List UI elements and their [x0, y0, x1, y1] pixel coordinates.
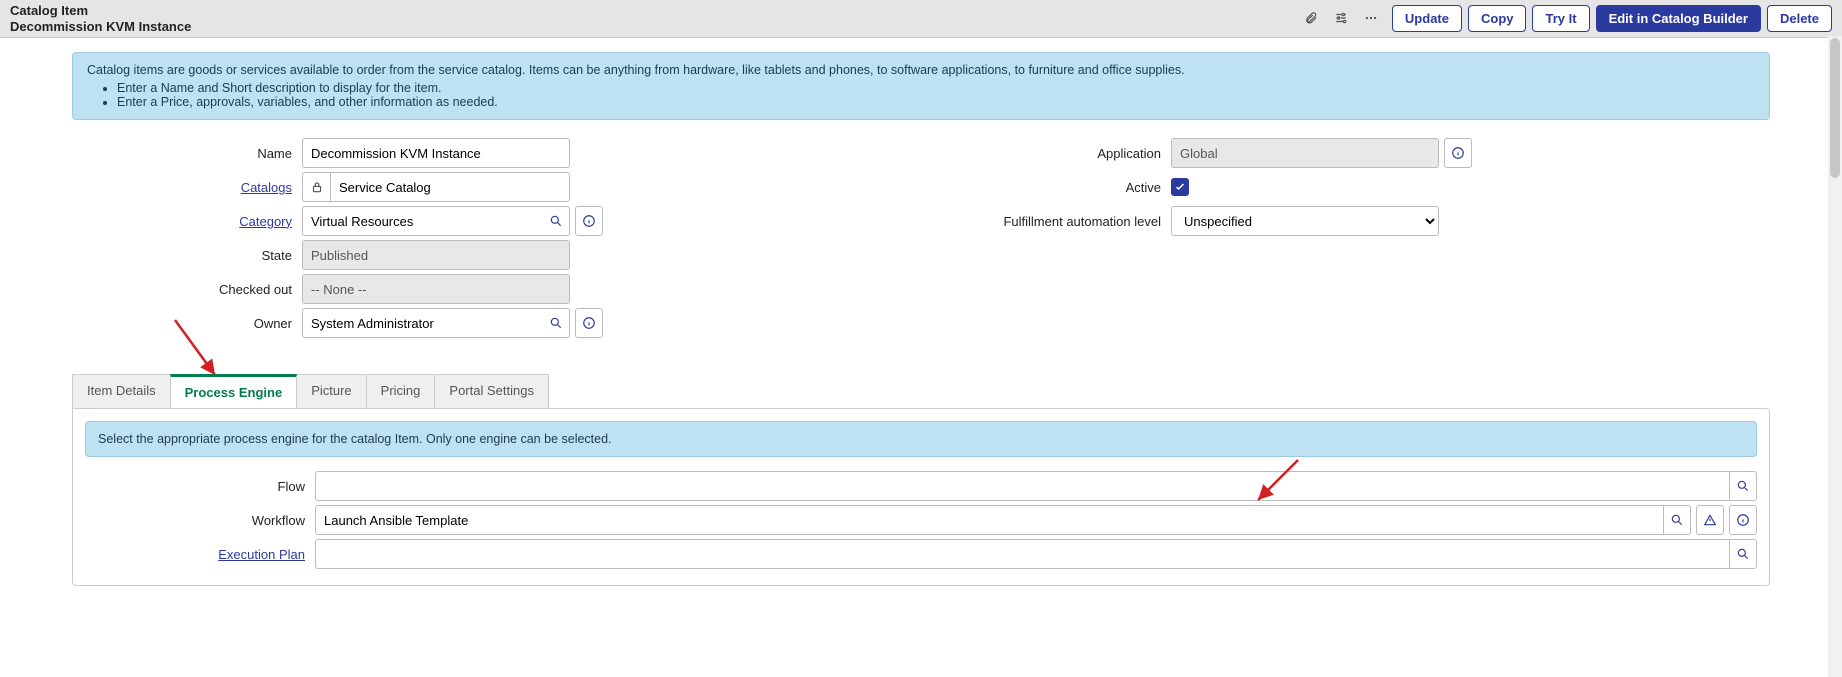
- checked-out-field: [302, 274, 570, 304]
- flow-lookup-icon[interactable]: [1729, 471, 1757, 501]
- tab-body-process-engine: Select the appropriate process engine fo…: [72, 408, 1770, 586]
- form-area: Name Catalogs Category: [0, 134, 1842, 354]
- tab-portal-settings[interactable]: Portal Settings: [434, 374, 549, 408]
- edit-in-catalog-builder-button[interactable]: Edit in Catalog Builder: [1596, 5, 1761, 32]
- info-box-text: Catalog items are goods or services avai…: [87, 63, 1185, 77]
- record-title: Decommission KVM Instance: [10, 19, 1304, 35]
- process-engine-info: Select the appropriate process engine fo…: [85, 421, 1757, 457]
- checked-out-label: Checked out: [72, 282, 302, 297]
- more-actions-icon[interactable]: [1364, 11, 1380, 27]
- execution-plan-field[interactable]: [315, 539, 1729, 569]
- fulfillment-level-select[interactable]: Unspecified: [1171, 206, 1439, 236]
- record-type-label: Catalog Item: [10, 3, 1304, 19]
- header-icon-group: [1304, 11, 1380, 27]
- tab-process-engine[interactable]: Process Engine: [170, 374, 298, 408]
- form-content: Catalog items are goods or services avai…: [0, 38, 1842, 586]
- info-bullet-1: Enter a Name and Short description to di…: [117, 81, 1755, 95]
- tabs-strip: Item Details Process Engine Picture Pric…: [72, 374, 1770, 408]
- tab-picture[interactable]: Picture: [296, 374, 366, 408]
- header-buttons: Update Copy Try It Edit in Catalog Build…: [1392, 5, 1832, 32]
- form-right-column: Application Active Fulfillment automatio…: [941, 134, 1770, 342]
- state-label: State: [72, 248, 302, 263]
- catalog-info-box: Catalog items are goods or services avai…: [72, 52, 1770, 120]
- active-label: Active: [941, 180, 1171, 195]
- delete-button[interactable]: Delete: [1767, 5, 1832, 32]
- scrollbar-thumb[interactable]: [1830, 38, 1840, 178]
- record-header: Catalog Item Decommission KVM Instance U…: [0, 0, 1842, 38]
- workflow-info-icon[interactable]: [1729, 505, 1757, 535]
- form-left-column: Name Catalogs Category: [72, 134, 901, 342]
- lock-icon[interactable]: [302, 172, 330, 202]
- copy-button[interactable]: Copy: [1468, 5, 1527, 32]
- owner-lookup-icon[interactable]: [542, 308, 570, 338]
- flow-field[interactable]: [315, 471, 1729, 501]
- application-field: [1171, 138, 1439, 168]
- try-it-button[interactable]: Try It: [1532, 5, 1589, 32]
- settings-sliders-icon[interactable]: [1334, 11, 1350, 27]
- catalogs-label[interactable]: Catalogs: [72, 180, 302, 195]
- category-field[interactable]: [302, 206, 542, 236]
- fulfillment-level-label: Fulfillment automation level: [941, 214, 1171, 229]
- catalogs-field[interactable]: [330, 172, 570, 202]
- tab-item-details[interactable]: Item Details: [72, 374, 171, 408]
- workflow-field[interactable]: [315, 505, 1663, 535]
- execution-plan-lookup-icon[interactable]: [1729, 539, 1757, 569]
- name-label: Name: [72, 146, 302, 161]
- workflow-label: Workflow: [85, 513, 315, 528]
- owner-label: Owner: [72, 316, 302, 331]
- category-label[interactable]: Category: [72, 214, 302, 229]
- vertical-scrollbar[interactable]: [1828, 36, 1842, 677]
- category-lookup-icon[interactable]: [542, 206, 570, 236]
- active-checkbox[interactable]: [1171, 178, 1189, 196]
- workflow-lookup-icon[interactable]: [1663, 505, 1691, 535]
- execution-plan-label[interactable]: Execution Plan: [85, 547, 315, 562]
- update-button[interactable]: Update: [1392, 5, 1462, 32]
- owner-info-icon[interactable]: [575, 308, 603, 338]
- workflow-preview-icon[interactable]: [1696, 505, 1724, 535]
- flow-label: Flow: [85, 479, 315, 494]
- application-label: Application: [941, 146, 1171, 161]
- state-field: [302, 240, 570, 270]
- tab-pricing[interactable]: Pricing: [366, 374, 436, 408]
- category-info-icon[interactable]: [575, 206, 603, 236]
- header-title-block: Catalog Item Decommission KVM Instance: [10, 3, 1304, 34]
- application-info-icon[interactable]: [1444, 138, 1472, 168]
- attachment-icon[interactable]: [1304, 11, 1320, 27]
- owner-field[interactable]: [302, 308, 542, 338]
- name-field[interactable]: [302, 138, 570, 168]
- info-bullet-2: Enter a Price, approvals, variables, and…: [117, 95, 1755, 109]
